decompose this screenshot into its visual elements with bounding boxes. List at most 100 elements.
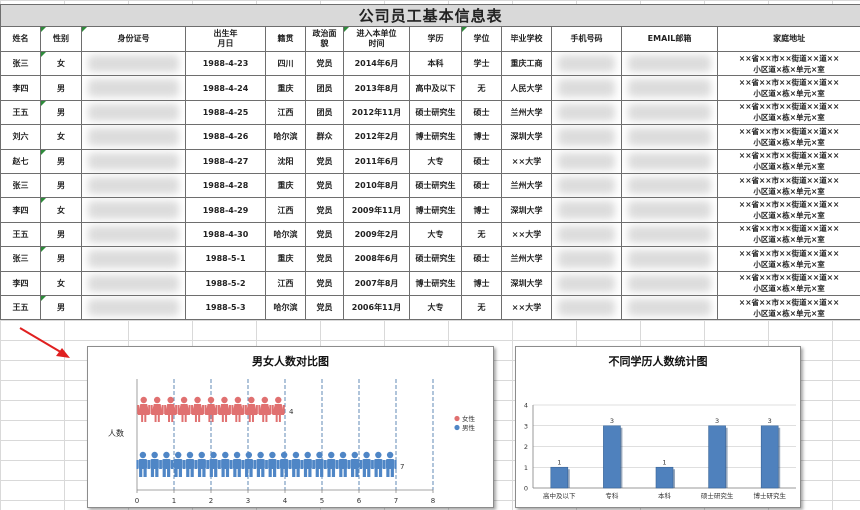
- redacted-cell[interactable]: [621, 197, 718, 223]
- table-cell[interactable]: 王五: [0, 294, 41, 321]
- redacted-cell[interactable]: [551, 246, 622, 272]
- table-cell[interactable]: 人民大学: [501, 75, 552, 101]
- table-cell[interactable]: 无: [461, 221, 502, 248]
- column-header[interactable]: 政治面 貌: [305, 26, 344, 52]
- redacted-cell[interactable]: [621, 75, 718, 101]
- table-cell[interactable]: 无: [461, 75, 502, 101]
- table-cell[interactable]: 党员: [305, 270, 344, 296]
- column-header[interactable]: 籍贯: [265, 26, 306, 52]
- table-cell[interactable]: ××大学: [501, 221, 552, 248]
- redacted-cell[interactable]: [621, 270, 718, 296]
- table-cell[interactable]: 党员: [305, 148, 344, 174]
- table-cell[interactable]: 大专: [409, 221, 462, 248]
- redacted-cell[interactable]: [551, 221, 622, 248]
- address-cell[interactable]: ××省××市××街道××道×× 小区道×栋×单元×室: [716, 50, 860, 77]
- table-cell[interactable]: 2007年8月: [343, 270, 410, 296]
- table-cell[interactable]: 1988-5-3: [185, 294, 266, 321]
- redacted-cell[interactable]: [551, 197, 622, 223]
- table-cell[interactable]: 博士研究生: [409, 124, 462, 150]
- redacted-cell[interactable]: [621, 246, 718, 272]
- column-header[interactable]: 姓名: [0, 26, 41, 52]
- table-cell[interactable]: 本科: [409, 50, 462, 77]
- redacted-cell[interactable]: [81, 172, 186, 199]
- table-cell[interactable]: 李四: [0, 270, 41, 296]
- table-cell[interactable]: 2012年11月: [343, 99, 410, 126]
- table-cell[interactable]: 男: [40, 172, 82, 199]
- table-cell[interactable]: 沈阳: [265, 148, 306, 174]
- table-cell[interactable]: 硕士: [461, 148, 502, 174]
- table-cell[interactable]: 男: [40, 99, 82, 126]
- table-cell[interactable]: 张三: [0, 246, 41, 272]
- address-cell[interactable]: ××省××市××街道××道×× 小区道×栋×单元×室: [716, 75, 860, 101]
- redacted-cell[interactable]: [81, 221, 186, 248]
- redacted-cell[interactable]: [551, 172, 622, 199]
- table-cell[interactable]: 党员: [305, 246, 344, 272]
- redacted-cell[interactable]: [81, 99, 186, 126]
- table-cell[interactable]: 女: [40, 197, 82, 223]
- redacted-cell[interactable]: [621, 221, 718, 248]
- table-cell[interactable]: 江西: [265, 99, 306, 126]
- table-cell[interactable]: 党员: [305, 221, 344, 248]
- table-cell[interactable]: 男: [40, 294, 82, 321]
- table-cell[interactable]: 1988-4-26: [185, 124, 266, 150]
- table-cell[interactable]: 男: [40, 75, 82, 101]
- redacted-cell[interactable]: [551, 50, 622, 77]
- table-title[interactable]: 公司员工基本信息表: [0, 4, 860, 27]
- table-cell[interactable]: 深圳大学: [501, 270, 552, 296]
- table-cell[interactable]: 博士: [461, 197, 502, 223]
- redacted-cell[interactable]: [551, 148, 622, 174]
- column-header[interactable]: 手机号码: [551, 26, 622, 52]
- table-cell[interactable]: 哈尔滨: [265, 221, 306, 248]
- table-cell[interactable]: 1988-4-25: [185, 99, 266, 126]
- table-cell[interactable]: 兰州大学: [501, 246, 552, 272]
- address-cell[interactable]: ××省××市××街道××道×× 小区道×栋×单元×室: [716, 221, 860, 248]
- redacted-cell[interactable]: [81, 197, 186, 223]
- table-cell[interactable]: 张三: [0, 172, 41, 199]
- table-cell[interactable]: 1988-4-28: [185, 172, 266, 199]
- redacted-cell[interactable]: [551, 294, 622, 321]
- redacted-cell[interactable]: [81, 270, 186, 296]
- table-cell[interactable]: ××大学: [501, 148, 552, 174]
- redacted-cell[interactable]: [621, 172, 718, 199]
- redacted-cell[interactable]: [551, 124, 622, 150]
- column-header[interactable]: 身份证号: [81, 26, 186, 52]
- table-cell[interactable]: 2009年11月: [343, 197, 410, 223]
- redacted-cell[interactable]: [621, 99, 718, 126]
- table-cell[interactable]: 男: [40, 221, 82, 248]
- table-cell[interactable]: 硕士研究生: [409, 99, 462, 126]
- education-stats-chart[interactable]: 不同学历人数统计图 0 1 2 3 4 1 高中及以下 3 专科 1 本科 3 硕士研究生 3 博士研究生: [515, 346, 801, 508]
- redacted-cell[interactable]: [81, 246, 186, 272]
- redacted-cell[interactable]: [81, 124, 186, 150]
- table-cell[interactable]: 哈尔滨: [265, 294, 306, 321]
- table-cell[interactable]: 无: [461, 294, 502, 321]
- table-cell[interactable]: 兰州大学: [501, 172, 552, 199]
- table-cell[interactable]: 大专: [409, 294, 462, 321]
- column-header[interactable]: 毕业学校: [501, 26, 552, 52]
- table-cell[interactable]: 1988-5-2: [185, 270, 266, 296]
- address-cell[interactable]: ××省××市××街道××道×× 小区道×栋×单元×室: [716, 148, 860, 174]
- column-header[interactable]: 出生年 月日: [185, 26, 266, 52]
- table-cell[interactable]: 重庆工商: [501, 50, 552, 77]
- table-cell[interactable]: 博士研究生: [409, 270, 462, 296]
- table-cell[interactable]: 深圳大学: [501, 124, 552, 150]
- table-cell[interactable]: 深圳大学: [501, 197, 552, 223]
- table-cell[interactable]: 兰州大学: [501, 99, 552, 126]
- column-header[interactable]: 进入本单位 时间: [343, 26, 410, 52]
- table-cell[interactable]: 群众: [305, 124, 344, 150]
- table-cell[interactable]: 大专: [409, 148, 462, 174]
- table-cell[interactable]: 学士: [461, 50, 502, 77]
- table-cell[interactable]: 硕士: [461, 172, 502, 199]
- table-cell[interactable]: 博士: [461, 124, 502, 150]
- table-cell[interactable]: 2006年11月: [343, 294, 410, 321]
- address-cell[interactable]: ××省××市××街道××道×× 小区道×栋×单元×室: [716, 197, 860, 223]
- table-cell[interactable]: 李四: [0, 197, 41, 223]
- redacted-cell[interactable]: [621, 294, 718, 321]
- column-header[interactable]: 家庭地址: [716, 26, 860, 52]
- table-cell[interactable]: 江西: [265, 270, 306, 296]
- table-cell[interactable]: 重庆: [265, 246, 306, 272]
- table-cell[interactable]: 李四: [0, 75, 41, 101]
- redacted-cell[interactable]: [551, 75, 622, 101]
- table-cell[interactable]: 博士研究生: [409, 197, 462, 223]
- table-cell[interactable]: 王五: [0, 221, 41, 248]
- table-cell[interactable]: 2010年8月: [343, 172, 410, 199]
